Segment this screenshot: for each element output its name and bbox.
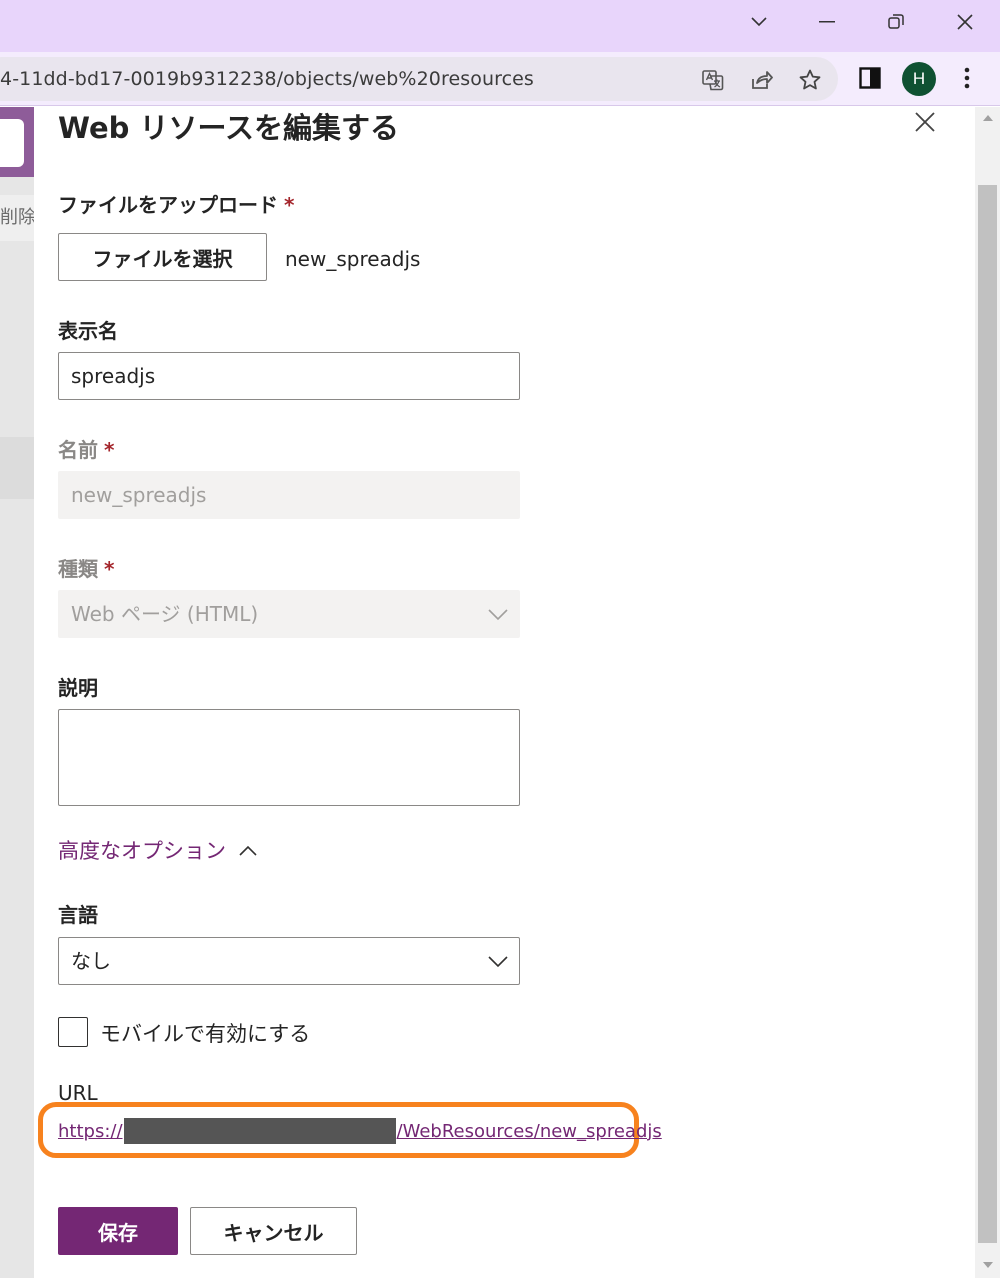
advanced-options-label: 高度なオプション [58,839,226,863]
enable-mobile-checkbox[interactable] [58,1017,88,1047]
save-button[interactable]: 保存 [58,1207,178,1255]
name-value: new_spreadjs [71,483,207,507]
language-selected-value: なし [71,949,111,973]
type-select: Web ページ (HTML) [58,590,520,638]
display-name-input[interactable]: spreadjs [58,352,520,400]
panel-title: Web リソースを編集する [58,111,400,145]
type-label-text: 種類 [58,557,98,581]
language-label: 言語 [58,903,98,927]
enable-mobile-label: モバイルで有効にする [100,1022,311,1046]
share-icon[interactable] [747,65,777,95]
profile-initial: H [912,69,926,88]
translate-icon[interactable] [698,65,728,95]
more-menu-icon[interactable] [950,61,984,95]
chevron-down-icon [488,609,508,621]
save-button-label: 保存 [98,1220,138,1245]
tab-search-chevron-icon[interactable] [737,6,781,38]
upload-label-text: ファイルをアップロード [58,193,278,217]
background-header [0,107,34,177]
advanced-options-toggle[interactable]: 高度なオプション [58,835,258,865]
close-panel-icon[interactable] [914,111,940,137]
side-panel-icon[interactable] [853,61,887,95]
bookmark-star-icon[interactable] [795,65,825,95]
cancel-button-label: キャンセル [223,1220,324,1245]
web-resource-url-link[interactable]: https:// /WebResources/new_spreadjs [58,1118,662,1144]
required-mark: * [104,438,115,462]
scroll-thumb[interactable] [978,185,997,1243]
chevron-up-icon [239,845,257,856]
type-selected-value: Web ページ (HTML) [71,602,259,626]
redacted-block [123,1118,396,1144]
name-input: new_spreadjs [58,471,520,519]
choose-file-button-label: ファイルを選択 [92,246,233,271]
description-textarea[interactable] [58,709,520,806]
chevron-down-icon [488,956,508,968]
browser-toolbar: 4-11dd-bd17-0019b9312238/objects/web%20r… [0,52,1000,106]
edit-web-resource-panel: Web リソースを編集する ファイルをアップロード * ファイルを選択 new_s… [34,107,975,1278]
background-delete-command: 削除 [0,195,34,241]
display-name-value: spreadjs [71,364,156,388]
background-delete-label: 削除 [0,207,34,228]
required-mark: * [104,557,115,581]
name-label-text: 名前 [58,438,98,462]
cancel-button[interactable]: キャンセル [190,1207,357,1255]
required-mark: * [284,193,295,217]
url-prefix: https:// [58,1120,123,1142]
panel-scrollbar[interactable] [975,107,1000,1278]
background-page: 削除 [0,107,34,1278]
minimize-icon[interactable] [805,6,849,38]
background-row [0,437,34,499]
browser-title-bar [0,0,1000,52]
selected-file-name: new_spreadjs [285,247,421,271]
address-bar[interactable]: 4-11dd-bd17-0019b9312238/objects/web%20r… [0,57,838,101]
background-header-button [0,119,24,167]
language-select[interactable]: なし [58,937,520,985]
restore-icon[interactable] [874,6,918,38]
close-window-icon[interactable] [943,6,987,38]
upload-label: ファイルをアップロード * [58,189,294,218]
type-label: 種類 * [58,553,114,582]
scroll-down-arrow-icon[interactable] [983,1262,993,1268]
name-label: 名前 * [58,434,114,463]
choose-file-button[interactable]: ファイルを選択 [58,233,267,281]
scroll-up-arrow-icon[interactable] [983,115,993,121]
address-url[interactable]: 4-11dd-bd17-0019b9312238/objects/web%20r… [0,68,534,90]
url-suffix: /WebResources/new_spreadjs [396,1120,662,1142]
profile-avatar[interactable]: H [902,62,936,96]
description-label: 説明 [58,676,98,700]
display-name-label: 表示名 [58,319,118,343]
